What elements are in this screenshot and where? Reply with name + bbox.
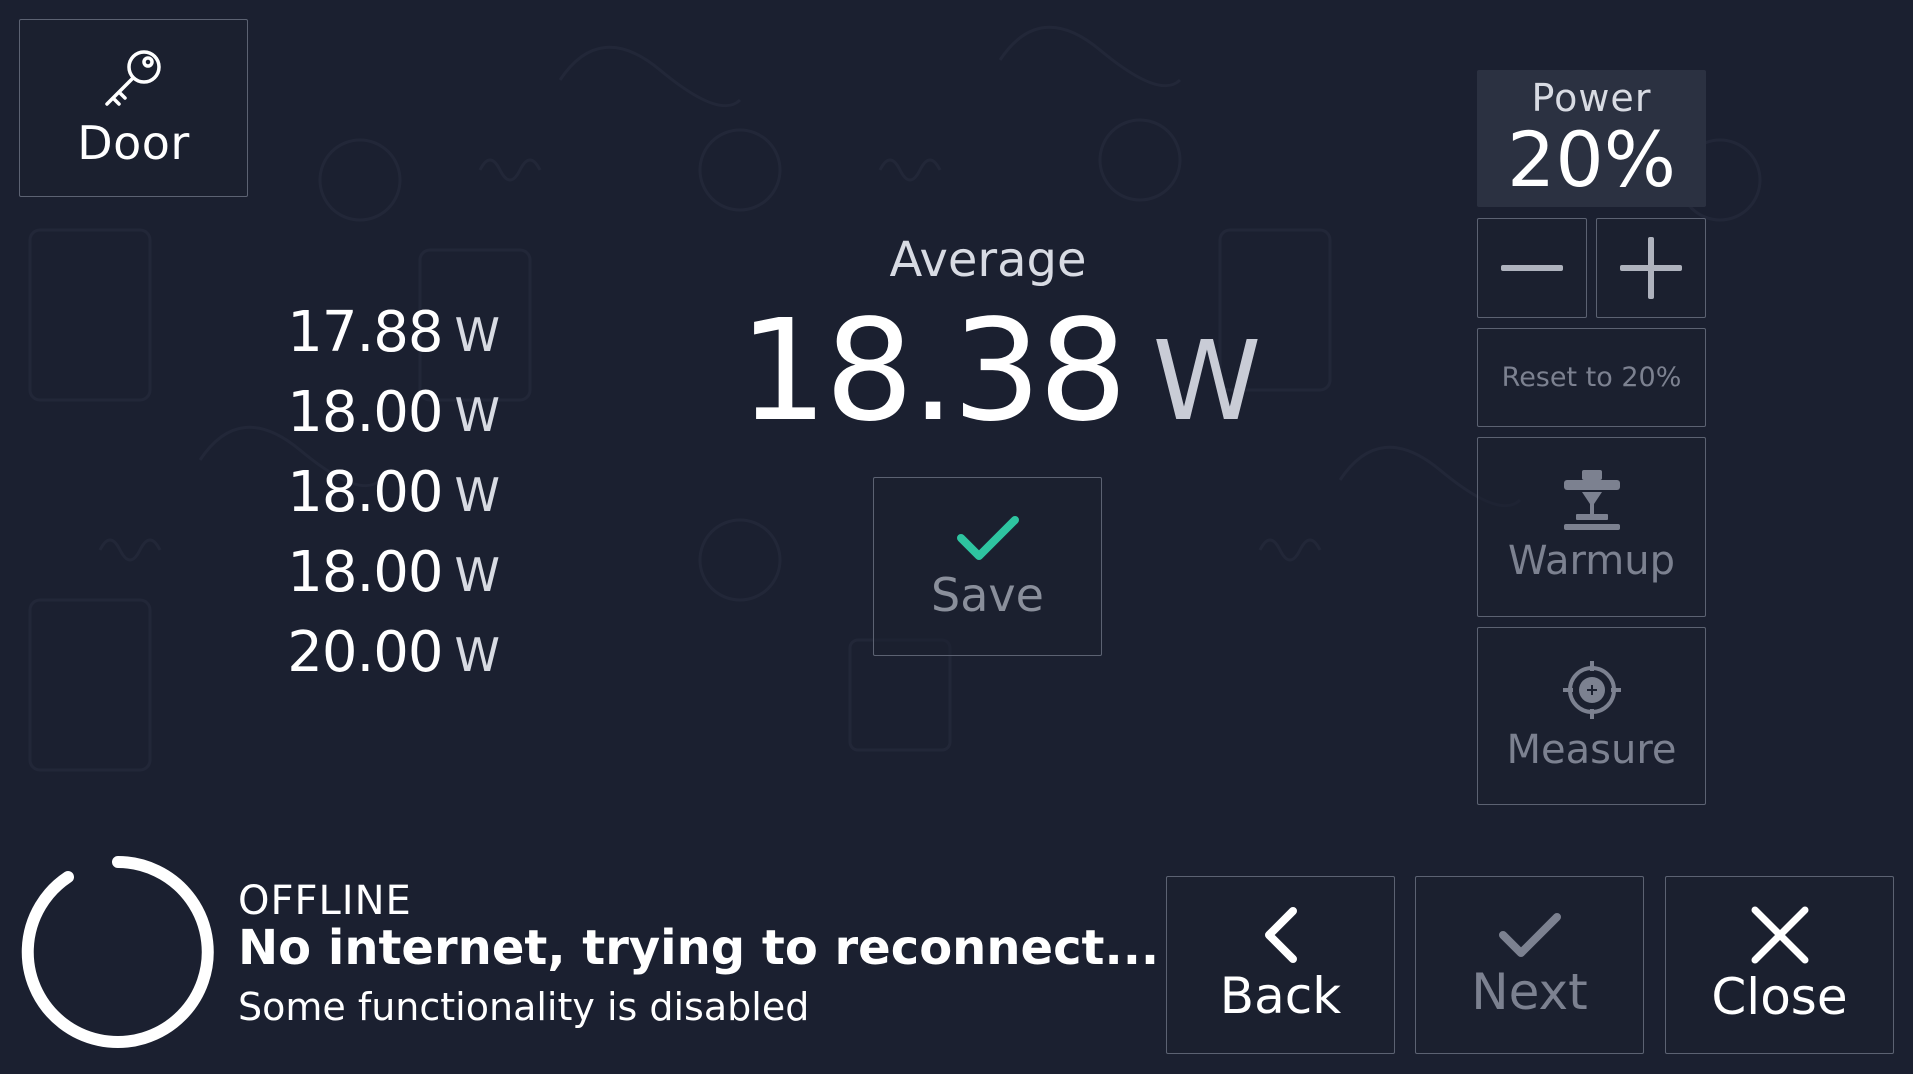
reading-unit: W <box>454 548 500 602</box>
reading-unit: W <box>454 628 500 682</box>
warmup-button[interactable]: Warmup <box>1477 437 1706 617</box>
laser-head-icon <box>1563 470 1620 530</box>
reading-unit: W <box>454 388 500 442</box>
crosshair-icon <box>1562 661 1621 719</box>
loading-spinner-icon <box>21 856 214 1048</box>
checkmark-icon <box>1498 913 1561 957</box>
status-message: No internet, trying to reconnect... <box>238 920 1160 976</box>
checkmark-icon <box>956 515 1019 560</box>
average-value-display: 18.38 W <box>700 290 1300 453</box>
average-label: Average <box>889 232 1087 288</box>
next-button[interactable]: Next <box>1415 876 1644 1054</box>
power-display: Power 20% <box>1477 70 1706 207</box>
minus-icon <box>1501 265 1563 271</box>
warmup-label: Warmup <box>1508 538 1675 584</box>
readings-list: 17.88 W 18.00 W 18.00 W 18.00 W 20.00 W <box>240 300 500 700</box>
reading-item: 17.88 W <box>240 300 500 380</box>
decrease-power-button[interactable] <box>1477 218 1587 318</box>
reading-item: 20.00 W <box>240 620 500 700</box>
door-button[interactable]: Door <box>19 19 248 197</box>
reading-item: 18.00 W <box>240 380 500 460</box>
reading-value: 17.88 <box>287 300 443 365</box>
reading-value: 20.00 <box>287 620 443 685</box>
reading-unit: W <box>454 468 500 522</box>
reading-value: 18.00 <box>287 540 443 605</box>
plus-icon <box>1620 237 1682 299</box>
close-label: Close <box>1711 968 1848 1026</box>
measure-button[interactable]: Measure <box>1477 627 1706 805</box>
door-label: Door <box>77 116 190 170</box>
key-icon <box>104 50 161 106</box>
average-value: 18.38 <box>738 290 1128 453</box>
save-label: Save <box>931 567 1044 622</box>
power-value: 20% <box>1507 115 1676 204</box>
measure-label: Measure <box>1506 727 1677 773</box>
close-button[interactable]: Close <box>1665 876 1894 1054</box>
reading-item: 18.00 W <box>240 540 500 620</box>
back-label: Back <box>1219 967 1342 1025</box>
save-button[interactable]: Save <box>873 477 1102 656</box>
average-unit: W <box>1152 317 1262 445</box>
chevron-left-icon <box>1264 907 1297 963</box>
reading-value: 18.00 <box>287 380 443 445</box>
reset-label: Reset to 20% <box>1501 362 1682 393</box>
back-button[interactable]: Back <box>1166 876 1395 1054</box>
close-icon <box>1751 906 1808 964</box>
power-label: Power <box>1531 76 1652 120</box>
status-title: OFFLINE <box>238 878 412 924</box>
reading-item: 18.00 W <box>240 460 500 540</box>
status-detail: Some functionality is disabled <box>238 985 810 1029</box>
reading-unit: W <box>454 308 500 362</box>
next-label: Next <box>1471 963 1588 1021</box>
increase-power-button[interactable] <box>1596 218 1706 318</box>
reset-power-button[interactable]: Reset to 20% <box>1477 328 1706 427</box>
reading-value: 18.00 <box>287 460 443 525</box>
